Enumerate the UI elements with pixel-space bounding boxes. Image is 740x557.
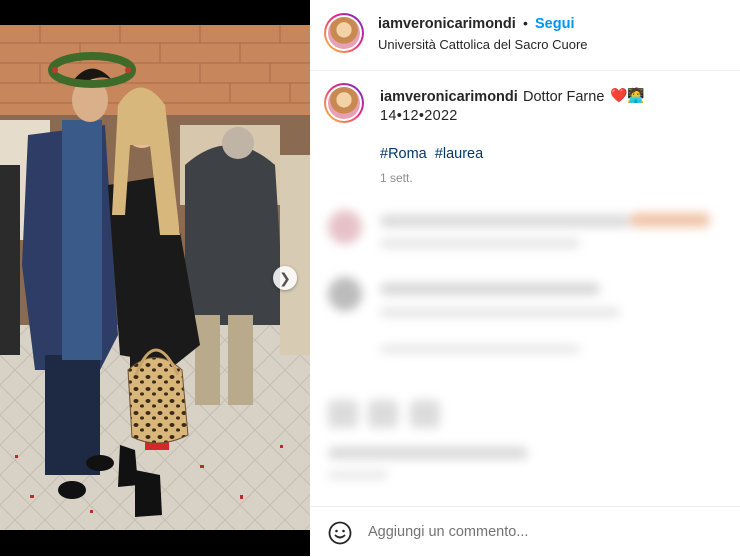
avatar[interactable]	[324, 13, 364, 53]
comment-input[interactable]	[368, 519, 698, 545]
caption-emoji: ❤️🧑‍💻	[610, 87, 645, 103]
caption-username[interactable]: iamveronicarimondi	[380, 89, 518, 105]
chevron-right-icon: ❯	[279, 269, 291, 286]
caption-avatar[interactable]	[324, 83, 364, 123]
post-header: iamveronicarimondi • Segui Università Ca…	[310, 0, 740, 71]
smiley-icon[interactable]	[328, 521, 352, 545]
hashtag-roma[interactable]: #Roma	[380, 146, 427, 162]
follow-button[interactable]: Segui	[535, 16, 574, 32]
comment-bar	[310, 506, 740, 557]
blurred-comments-area	[310, 195, 740, 495]
next-photo-button[interactable]: ❯	[273, 266, 297, 290]
post-time: 1 sett.	[380, 171, 413, 185]
location-link[interactable]: Università Cattolica del Sacro Cuore	[378, 37, 588, 52]
post-details-panel: iamveronicarimondi • Segui Università Ca…	[310, 0, 740, 556]
username-link[interactable]: iamveronicarimondi	[378, 16, 516, 32]
post-photo	[0, 25, 310, 530]
separator-dot: •	[523, 15, 528, 31]
hashtag-laurea[interactable]: #laurea	[435, 146, 483, 162]
hashtags: #Roma #laurea	[380, 146, 487, 162]
caption-date: 14•12•2022	[380, 108, 458, 124]
post-media-panel: ❯	[0, 0, 310, 556]
caption-text: Dottor Farne	[523, 89, 605, 105]
